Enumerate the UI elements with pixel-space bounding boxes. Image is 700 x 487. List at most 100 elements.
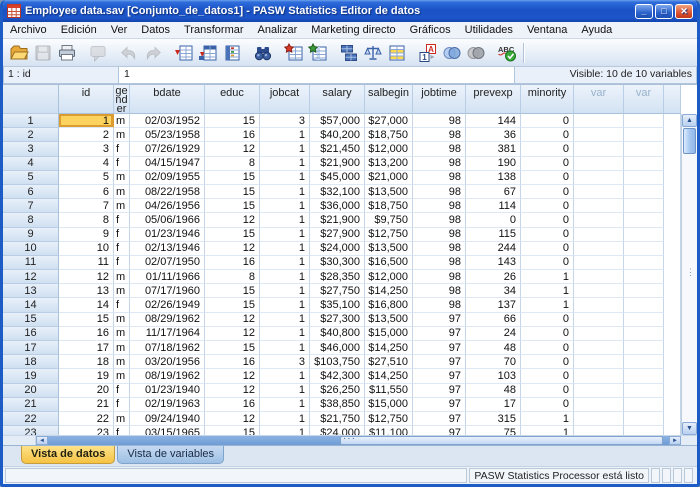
cell[interactable]: 1 (260, 426, 310, 435)
cell[interactable]: $21,450 (310, 142, 365, 156)
cell[interactable]: 1 (521, 270, 574, 284)
cell[interactable] (624, 327, 664, 341)
cell[interactable]: 1 (260, 398, 310, 412)
cell[interactable] (574, 242, 624, 256)
cell[interactable]: 98 (413, 114, 466, 128)
cell[interactable]: 1 (260, 284, 310, 298)
cell[interactable]: $40,200 (310, 128, 365, 142)
cell[interactable]: 1 (260, 228, 310, 242)
menu-item-edici-n[interactable]: Edición (54, 23, 104, 37)
cell[interactable]: 67 (466, 185, 521, 199)
cell[interactable]: 26 (466, 270, 521, 284)
cell[interactable]: f (114, 213, 130, 227)
cell[interactable]: 98 (413, 171, 466, 185)
cell[interactable]: 12 (205, 384, 260, 398)
cell[interactable]: 01/23/1946 (130, 228, 205, 242)
cell[interactable] (574, 327, 624, 341)
cell[interactable]: 12 (205, 242, 260, 256)
cell[interactable]: 98 (413, 185, 466, 199)
cell[interactable]: 97 (413, 412, 466, 426)
column-header-var-10[interactable]: var (574, 85, 624, 114)
row-header-6[interactable]: 6 (3, 185, 59, 199)
cell[interactable]: $16,500 (365, 256, 413, 270)
cell[interactable]: 48 (466, 384, 521, 398)
cell[interactable]: 1 (260, 369, 310, 383)
cell[interactable]: 1 (260, 199, 310, 213)
cell[interactable]: 98 (413, 270, 466, 284)
split-file-icon[interactable] (337, 41, 361, 65)
row-header-13[interactable]: 13 (3, 284, 59, 298)
cell[interactable]: 03/15/1965 (130, 426, 205, 435)
select-cases-icon[interactable] (385, 41, 409, 65)
cell[interactable]: m (114, 327, 130, 341)
row-header-5[interactable]: 5 (3, 171, 59, 185)
cell[interactable]: m (114, 185, 130, 199)
cell[interactable]: 09/24/1940 (130, 412, 205, 426)
go-to-case-icon[interactable] (172, 41, 196, 65)
scroll-up-arrow-icon[interactable]: ▲ (682, 114, 697, 127)
cell[interactable]: 34 (466, 284, 521, 298)
cell[interactable]: 138 (466, 171, 521, 185)
cell[interactable]: 7 (59, 199, 114, 213)
cell[interactable]: f (114, 242, 130, 256)
cell[interactable]: 3 (59, 142, 114, 156)
cell[interactable]: 1 (260, 128, 310, 142)
cell[interactable]: 16 (59, 327, 114, 341)
cell[interactable]: 15 (205, 228, 260, 242)
cell[interactable]: 12 (205, 327, 260, 341)
cell[interactable]: 0 (521, 313, 574, 327)
cell[interactable]: 1 (260, 341, 310, 355)
cell[interactable] (624, 128, 664, 142)
cell[interactable]: 17 (59, 341, 114, 355)
menu-item-archivo[interactable]: Archivo (3, 23, 54, 37)
cell[interactable]: $15,000 (365, 398, 413, 412)
cell[interactable]: 98 (413, 256, 466, 270)
cell[interactable]: 03/20/1956 (130, 355, 205, 369)
cell[interactable]: 1 (521, 412, 574, 426)
row-header-8[interactable]: 8 (3, 213, 59, 227)
cell[interactable]: $24,000 (310, 242, 365, 256)
cell[interactable]: 07/18/1962 (130, 341, 205, 355)
scroll-right-arrow-icon[interactable]: ► (669, 436, 681, 445)
cell[interactable]: $27,750 (310, 284, 365, 298)
cell[interactable]: 0 (521, 199, 574, 213)
cell[interactable]: m (114, 341, 130, 355)
weight-cases-icon[interactable] (361, 41, 385, 65)
maximize-button[interactable]: □ (655, 4, 673, 19)
cell[interactable]: 13 (59, 284, 114, 298)
cell[interactable]: $12,750 (365, 228, 413, 242)
column-header-jobtime[interactable]: jobtime (413, 85, 466, 114)
cell[interactable]: $15,000 (365, 327, 413, 341)
cell[interactable] (574, 256, 624, 270)
cell[interactable]: m (114, 114, 130, 128)
cell[interactable] (574, 228, 624, 242)
cell[interactable]: 02/26/1949 (130, 298, 205, 312)
scroll-down-arrow-icon[interactable]: ▼ (682, 422, 697, 435)
cell[interactable] (574, 128, 624, 142)
cell[interactable]: 1 (260, 412, 310, 426)
cell[interactable]: 0 (521, 369, 574, 383)
row-header-19[interactable]: 19 (3, 369, 59, 383)
row-header-14[interactable]: 14 (3, 298, 59, 312)
cell[interactable]: 4 (59, 157, 114, 171)
cell[interactable] (574, 355, 624, 369)
cell[interactable]: $9,750 (365, 213, 413, 227)
cell[interactable]: 0 (521, 341, 574, 355)
cell[interactable]: f (114, 256, 130, 270)
cell[interactable]: $21,750 (310, 412, 365, 426)
cell[interactable]: 70 (466, 355, 521, 369)
cell[interactable]: 12 (205, 369, 260, 383)
cell[interactable] (624, 355, 664, 369)
show-all-variables-icon[interactable] (464, 41, 488, 65)
cell[interactable]: 02/19/1963 (130, 398, 205, 412)
cell[interactable] (624, 270, 664, 284)
undo-icon[interactable] (117, 41, 141, 65)
cell[interactable]: 8 (205, 157, 260, 171)
column-header-salbegin[interactable]: salbegin (365, 85, 413, 114)
cell[interactable]: $38,850 (310, 398, 365, 412)
cell[interactable]: 1 (260, 384, 310, 398)
column-header-salary[interactable]: salary (310, 85, 365, 114)
cell[interactable]: $42,300 (310, 369, 365, 383)
menu-item-analizar[interactable]: Analizar (251, 23, 305, 37)
cell[interactable]: $103,750 (310, 355, 365, 369)
